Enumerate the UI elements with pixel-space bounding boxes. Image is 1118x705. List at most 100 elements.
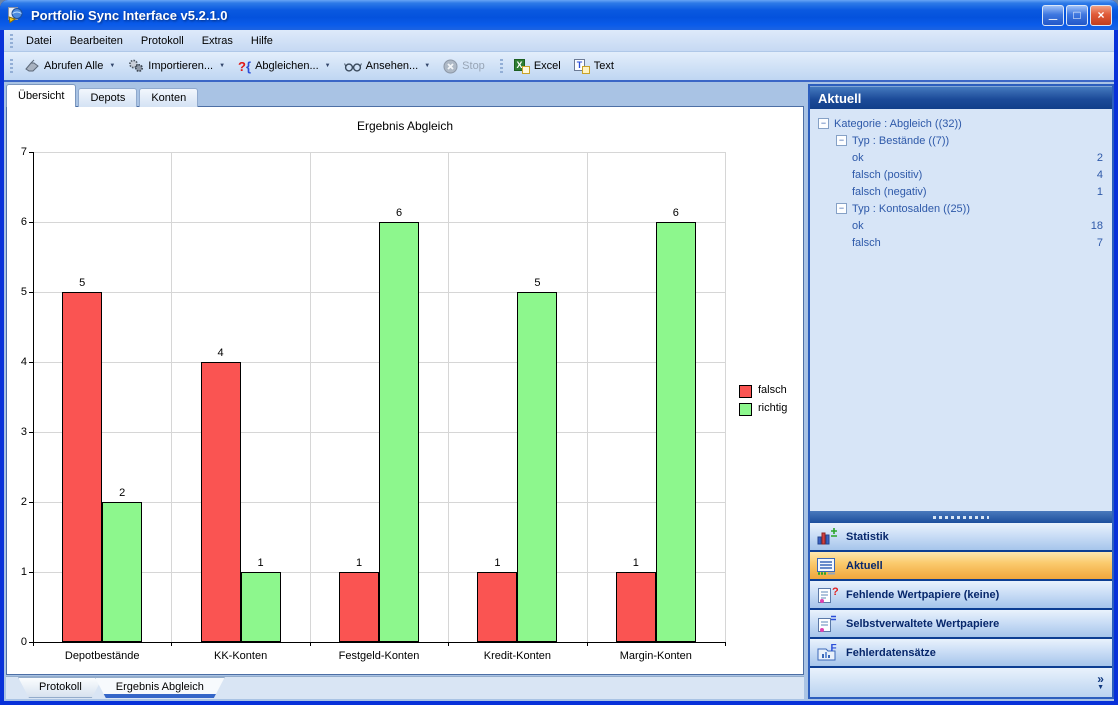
y-tick (29, 362, 33, 363)
menubar: Datei Bearbeiten Protokoll Extras Hilfe (4, 30, 1114, 52)
main-area: Übersicht Depots Konten Ergebnis Abgleic… (4, 82, 1114, 701)
chart-ergebnis-abgleich: Ergebnis Abgleich 0123456752Depotbeständ… (6, 106, 804, 675)
error-records-icon: F (815, 643, 839, 663)
gridline-vertical (310, 152, 311, 642)
nav-button-selbstverwaltete-wertpapiere[interactable]: Selbstverwaltete Wertpapiere (810, 610, 1112, 639)
tree-node[interactable]: − Typ : Kontosalden ((25)) (810, 200, 1112, 217)
statistics-icon (815, 527, 839, 547)
minimize-button[interactable]: ─ (1042, 5, 1064, 26)
x-axis (33, 642, 726, 643)
bar-value-label: 1 (616, 557, 656, 569)
legend-swatch-richtig (739, 403, 752, 416)
toolbar-button-abgleichen[interactable]: ?{ Abgleichen... ▼ (232, 56, 337, 77)
dropdown-arrow-icon[interactable]: ▼ (424, 63, 430, 69)
panel-splitter[interactable] (810, 511, 1112, 523)
toolbar-button-stop[interactable]: Stop (437, 56, 491, 77)
chevron-icon[interactable]: » (1097, 674, 1104, 684)
toolbar-button-excel[interactable]: X Excel (508, 56, 567, 77)
menu-protokoll[interactable]: Protokoll (132, 31, 193, 51)
collapse-icon[interactable]: − (836, 203, 847, 214)
dropdown-arrow-icon[interactable]: ▼ (325, 63, 331, 69)
tree-node[interactable]: falsch (positiv) 4 (810, 166, 1112, 183)
tab-protokoll[interactable]: Protokoll (18, 677, 103, 698)
gears-icon (128, 58, 144, 74)
tab-konten[interactable]: Konten (139, 88, 198, 107)
tree-node[interactable]: − Typ : Bestände ((7)) (810, 132, 1112, 149)
y-tick (29, 152, 33, 153)
y-tick (29, 502, 33, 503)
toolbar: Abrufen Alle ▼ Importieren... ▼ ?{ Abgle… (4, 52, 1114, 82)
x-tick (310, 642, 311, 646)
bar-richtig (241, 572, 281, 642)
x-category-label: Kredit-Konten (448, 650, 586, 662)
collapse-icon[interactable]: − (818, 118, 829, 129)
bar-richtig (656, 222, 696, 642)
x-category-label: KK-Konten (171, 650, 309, 662)
toolbar-grip[interactable] (500, 59, 503, 73)
tree-node-value: 7 (1097, 237, 1112, 249)
toolbar-grip[interactable] (10, 59, 13, 73)
close-button[interactable]: × (1090, 5, 1112, 26)
question-brace-icon: ?{ (238, 59, 251, 74)
toolbar-button-text[interactable]: T Text (568, 56, 620, 77)
y-tick-label: 6 (7, 216, 27, 228)
tree-node-value: 1 (1097, 186, 1112, 198)
gridline-vertical (448, 152, 449, 642)
dropdown-arrow-icon[interactable]: ▼ (219, 63, 225, 69)
svg-text:X: X (516, 60, 522, 70)
chart-title: Ergebnis Abgleich (7, 119, 803, 133)
text-icon: T (574, 59, 590, 74)
tab-uebersicht[interactable]: Übersicht (6, 84, 76, 107)
nav-button-statistik[interactable]: Statistik (810, 523, 1112, 552)
tree-node[interactable]: falsch 7 (810, 234, 1112, 251)
menu-extras[interactable]: Extras (193, 31, 242, 51)
tree-node[interactable]: ok 2 (810, 149, 1112, 166)
maximize-button[interactable]: □ (1066, 5, 1088, 26)
tab-ergebnis-abgleich[interactable]: Ergebnis Abgleich (95, 677, 225, 698)
y-tick-label: 4 (7, 356, 27, 368)
bar-value-label: 2 (102, 487, 142, 499)
menu-bearbeiten[interactable]: Bearbeiten (61, 31, 132, 51)
nav-button-fehlerdatensaetze[interactable]: F Fehlerdatensätze (810, 639, 1112, 668)
y-tick (29, 572, 33, 573)
bar-richtig (379, 222, 419, 642)
tree-node[interactable]: falsch (negativ) 1 (810, 183, 1112, 200)
splitter-grip[interactable] (933, 516, 989, 519)
gridline-horizontal (34, 152, 726, 153)
menubar-grip[interactable] (10, 34, 13, 48)
bar-falsch (339, 572, 379, 642)
collapse-icon[interactable]: − (836, 135, 847, 146)
toolbar-button-abrufen-alle[interactable]: Abrufen Alle ▼ (18, 55, 121, 77)
y-tick-label: 2 (7, 496, 27, 508)
y-tick (29, 292, 33, 293)
tree-node[interactable]: − Kategorie : Abgleich ((32)) (810, 115, 1112, 132)
excel-icon: X (514, 59, 530, 74)
toolbar-button-importieren[interactable]: Importieren... ▼ (122, 55, 231, 77)
toolbar-button-ansehen[interactable]: Ansehen... ▼ (338, 57, 437, 76)
menu-hilfe[interactable]: Hilfe (242, 31, 282, 51)
configure-buttons-control[interactable]: » ▼ (1097, 674, 1104, 692)
list-icon (815, 556, 839, 576)
dropdown-arrow-icon[interactable]: ▼ (109, 63, 115, 69)
y-tick-label: 0 (7, 636, 27, 648)
nav-button-fehlende-wertpapiere[interactable]: ? Fehlende Wertpapiere (keine) (810, 581, 1112, 610)
bar-value-label: 6 (656, 207, 696, 219)
tree-node[interactable]: ok 18 (810, 217, 1112, 234)
bar-value-label: 1 (339, 557, 379, 569)
bar-value-label: 6 (379, 207, 419, 219)
svg-text:T: T (576, 60, 582, 70)
bar-richtig (102, 502, 142, 642)
top-tabstrip: Übersicht Depots Konten (6, 84, 200, 107)
more-arrow-icon[interactable]: ▼ (1097, 684, 1104, 692)
nav-button-aktuell[interactable]: Aktuell (810, 552, 1112, 581)
y-tick-label: 3 (7, 426, 27, 438)
tab-depots[interactable]: Depots (78, 88, 137, 107)
titlebar: Portfolio Sync Interface v5.2.1.0 ─ □ × (0, 0, 1118, 30)
x-tick (171, 642, 172, 646)
bar-value-label: 5 (62, 277, 102, 289)
menu-datei[interactable]: Datei (17, 31, 61, 51)
bar-falsch (201, 362, 241, 642)
x-category-label: Festgeld-Konten (310, 650, 448, 662)
glasses-icon (344, 60, 362, 73)
y-tick (29, 432, 33, 433)
